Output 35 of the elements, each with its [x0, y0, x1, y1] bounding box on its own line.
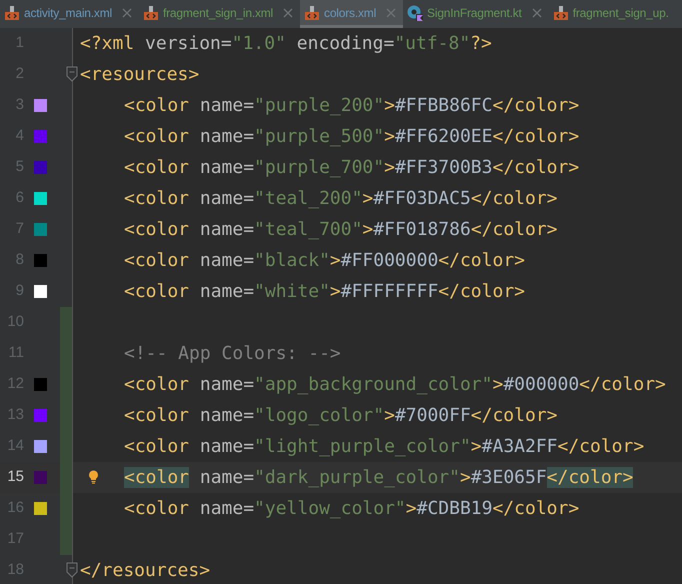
tab-label: fragment_sign_up. [572, 4, 669, 22]
xml-file-icon [552, 4, 569, 20]
editor-tab[interactable]: colors.xml [300, 0, 404, 28]
code-comment: <!-- App Colors: --> [124, 342, 341, 366]
code-line: <color name="light_purple_color">#A3A2FF</color> [124, 435, 644, 459]
tab-label: colors.xml [324, 4, 376, 22]
code-line: </resources> [80, 559, 210, 583]
code-line: <color name="dark_purple_color">#3E065F</color> [124, 466, 634, 490]
code-line: <resources> [80, 63, 200, 87]
code-line: <color name="yellow_color">#CDBB19</color> [124, 497, 580, 521]
close-icon[interactable] [386, 8, 396, 18]
lightbulb-icon[interactable] [88, 470, 99, 484]
tab-label: SignInFragment.kt [427, 4, 522, 22]
fold-icon[interactable] [66, 562, 78, 578]
code-line: <color name="teal_700">#FF018786</color> [124, 218, 558, 242]
code-line: <color name="purple_200">#FFBB86FC</color> [124, 94, 580, 118]
code-line: <color name="teal_200">#FF03DAC5</color> [124, 187, 558, 211]
code-line: <color name="purple_500">#FF6200EE</color> [124, 125, 580, 149]
code-line: <?xml version="1.0" encoding="utf-8"?> [80, 32, 492, 56]
line-number: 15 [6, 467, 24, 488]
code-line: <color name="app_background_color">#000000</color> [124, 373, 666, 397]
code-line: <color name="black">#FF000000</color> [124, 249, 525, 273]
xml-file-icon [142, 4, 159, 20]
code-line: <color name="purple_700">#FF3700B3</color> [124, 156, 580, 180]
tab-label: activity_main.xml [24, 4, 112, 22]
code-line: <color name="white">#FFFFFFFF</color> [124, 280, 525, 304]
close-icon[interactable] [532, 8, 542, 18]
close-icon[interactable] [283, 8, 294, 18]
code-line: <color name="logo_color">#7000FF</color> [124, 404, 558, 428]
kotlin-file-icon [407, 4, 424, 20]
close-icon[interactable] [122, 8, 132, 18]
xml-file-icon [304, 4, 320, 20]
fold-icon[interactable] [66, 66, 78, 82]
xml-file-icon [4, 4, 20, 20]
tab-label: fragment_sign_in.xml [162, 4, 274, 22]
